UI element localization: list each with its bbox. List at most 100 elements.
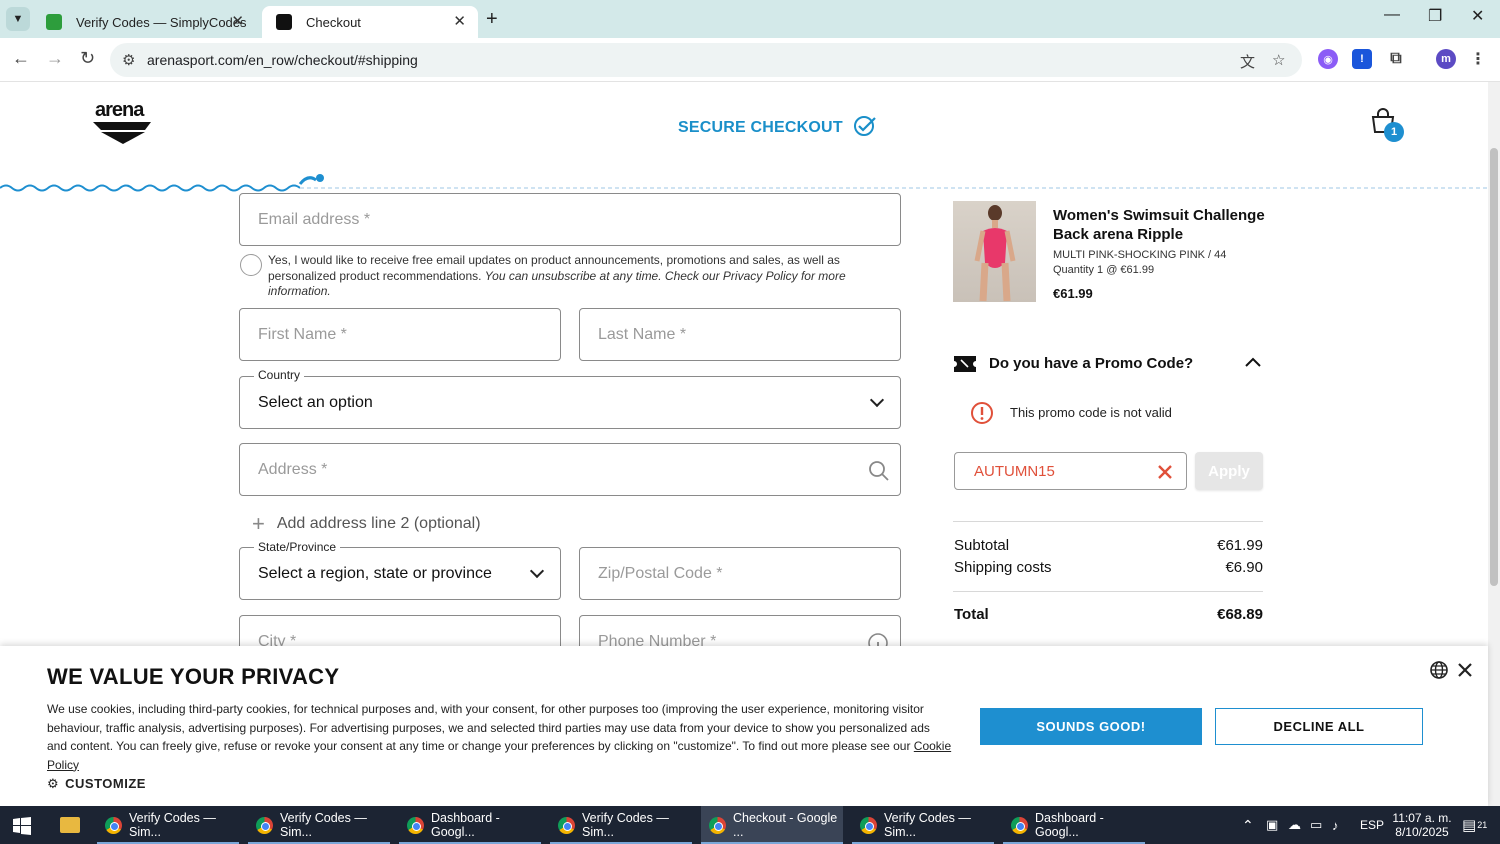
omnibox[interactable]: ⚙ arenasport.com/en_row/checkout/#shippi… <box>110 43 1302 77</box>
total-row: Total €68.89 <box>954 606 1263 623</box>
decline-cookies-button[interactable]: DECLINE ALL <box>1215 708 1423 745</box>
zip-field[interactable]: Zip/Postal Code * <box>579 547 901 600</box>
taskbar-item-active[interactable]: Checkout - Google ... <box>701 806 843 844</box>
puzzle-extensions-icon[interactable]: ⧉ <box>1386 49 1406 69</box>
taskbar-item-label: Verify Codes — Sim... <box>280 811 367 839</box>
windows-taskbar: Verify Codes — Sim... Verify Codes — Sim… <box>0 806 1500 844</box>
email-placeholder: Email address * <box>258 211 371 228</box>
address-field[interactable]: Address * <box>239 443 901 496</box>
chrome-icon <box>860 817 877 834</box>
first-name-placeholder: First Name * <box>258 326 347 343</box>
tab-title: Checkout <box>306 14 361 30</box>
summary-divider <box>953 591 1263 592</box>
simplycodes-favicon-icon <box>46 14 62 30</box>
taskbar-item-label: Verify Codes — Sim... <box>884 811 971 839</box>
country-value: Select an option <box>258 394 373 411</box>
clear-promo-icon[interactable] <box>1157 464 1173 480</box>
restore-icon[interactable]: ❐ <box>1428 6 1442 26</box>
search-icon[interactable] <box>868 460 890 482</box>
add-address-line2-button[interactable]: + Add address line 2 (optional) <box>252 511 481 537</box>
profile-avatar-icon[interactable]: m <box>1436 49 1456 69</box>
volume-icon[interactable]: ♪ <box>1332 806 1339 844</box>
privacy-title: WE VALUE YOUR PRIVACY <box>47 664 340 689</box>
taskbar-item[interactable]: Dashboard - Googl... <box>399 806 541 844</box>
state-label: State/Province <box>254 540 341 554</box>
product-variant: MULTI PINK-SHOCKING PINK / 44 <box>1053 249 1227 261</box>
bookmark-star-icon[interactable]: ☆ <box>1272 51 1285 69</box>
taskbar-item[interactable]: Dashboard - Googl... <box>1003 806 1145 844</box>
globe-icon[interactable] <box>1429 660 1449 680</box>
first-name-field[interactable]: First Name * <box>239 308 561 361</box>
arena-logo[interactable]: arena <box>93 99 153 151</box>
chevron-up-icon[interactable] <box>1244 356 1262 368</box>
country-label: Country <box>254 368 305 382</box>
newsletter-consent-checkbox[interactable] <box>240 254 262 276</box>
tray-chevron-up-icon[interactable]: ⌃ <box>1242 806 1254 844</box>
input-language[interactable]: ESP <box>1360 806 1384 844</box>
notifications-icon[interactable]: ▤ 21 <box>1462 806 1487 844</box>
network-icon[interactable]: ▭ <box>1310 806 1322 844</box>
chrome-icon <box>105 817 122 834</box>
taskbar-item[interactable]: Verify Codes — Sim... <box>550 806 692 844</box>
new-tab-icon[interactable]: + <box>486 8 498 31</box>
shipping-value: €6.90 <box>1225 559 1263 576</box>
chrome-icon <box>558 817 575 834</box>
taskbar-item[interactable]: Verify Codes — Sim... <box>97 806 239 844</box>
customize-label: CUSTOMIZE <box>65 776 146 791</box>
close-tab-icon[interactable]: ✕ <box>453 12 466 30</box>
url-text[interactable]: arenasport.com/en_row/checkout/#shipping <box>147 52 418 68</box>
minimize-icon[interactable]: — <box>1384 6 1400 24</box>
swimsuit-model-image <box>974 205 1016 302</box>
chrome-icon <box>256 817 273 834</box>
cart-count-badge: 1 <box>1384 122 1404 142</box>
apply-promo-button[interactable]: Apply <box>1195 452 1263 490</box>
tab-search-dropdown-icon[interactable]: ▼ <box>6 7 30 31</box>
last-name-field[interactable]: Last Name * <box>579 308 901 361</box>
promo-code-input[interactable]: AUTUMN15 <box>954 452 1187 490</box>
taskbar-item-label: Dashboard - Googl... <box>431 811 500 839</box>
tab-checkout[interactable]: Checkout ✕ <box>262 6 478 38</box>
close-window-icon[interactable]: ✕ <box>1471 6 1484 26</box>
forward-icon[interactable]: → <box>46 48 64 69</box>
onedrive-cloud-icon[interactable]: ☁ <box>1288 806 1301 844</box>
extension-icon[interactable]: ◉ <box>1318 49 1338 69</box>
close-banner-icon[interactable] <box>1458 663 1472 677</box>
product-image[interactable] <box>953 201 1036 302</box>
last-name-placeholder: Last Name * <box>598 326 687 343</box>
menu-kebab-icon[interactable]: ⋮ <box>1468 49 1488 69</box>
taskbar-item-label: Dashboard - Googl... <box>1035 811 1104 839</box>
email-field[interactable]: Email address * <box>239 193 901 246</box>
customize-button[interactable]: ⚙ CUSTOMIZE <box>47 776 146 792</box>
tab-verify-codes[interactable]: Verify Codes — SimplyCodes ✕ <box>32 6 256 38</box>
site-info-icon[interactable]: ⚙ <box>122 51 135 69</box>
add-line2-text: Add address line 2 (optional) <box>276 515 481 532</box>
taskbar-item[interactable]: Verify Codes — Sim... <box>248 806 390 844</box>
clock-time: 11:07 a. m. <box>1392 811 1452 825</box>
swimmer-icon <box>298 174 324 185</box>
product-name[interactable]: Women's Swimsuit Challenge Back arena Ri… <box>1053 206 1273 244</box>
tray-device-icon[interactable]: ▣ <box>1266 806 1278 844</box>
promo-code-title[interactable]: Do you have a Promo Code? <box>989 355 1193 372</box>
scrollbar-thumb[interactable] <box>1490 148 1498 586</box>
state-select[interactable]: Select a region, state or province <box>239 547 561 600</box>
gear-icon: ⚙ <box>47 776 60 791</box>
close-tab-icon[interactable]: ✕ <box>231 12 244 30</box>
taskbar-item[interactable]: Verify Codes — Sim... <box>852 806 994 844</box>
accept-cookies-button[interactable]: SOUNDS GOOD! <box>980 708 1202 745</box>
secure-checkout-label: SECURE CHECKOUT <box>678 114 877 138</box>
reload-icon[interactable]: ↻ <box>80 48 95 69</box>
windows-start-icon[interactable] <box>12 816 32 841</box>
check-circle-icon <box>854 116 877 136</box>
promo-error-message: This promo code is not valid <box>1010 405 1172 420</box>
back-icon[interactable]: ← <box>12 48 30 69</box>
chrome-icon <box>407 817 424 834</box>
country-select[interactable]: Select an option <box>239 376 901 429</box>
chrome-icon <box>1011 817 1028 834</box>
browser-address-bar: ← → ↻ ⚙ arenasport.com/en_row/checkout/#… <box>0 38 1500 82</box>
clock[interactable]: 11:07 a. m. 8/10/2025 <box>1392 806 1452 844</box>
product-quantity: Quantity 1 @ €61.99 <box>1053 264 1155 276</box>
chevron-down-icon <box>869 392 885 408</box>
shield-extension-icon[interactable]: ! <box>1352 49 1372 69</box>
translate-icon[interactable]: ⽂ <box>1240 51 1255 72</box>
file-explorer-icon[interactable] <box>60 817 80 833</box>
